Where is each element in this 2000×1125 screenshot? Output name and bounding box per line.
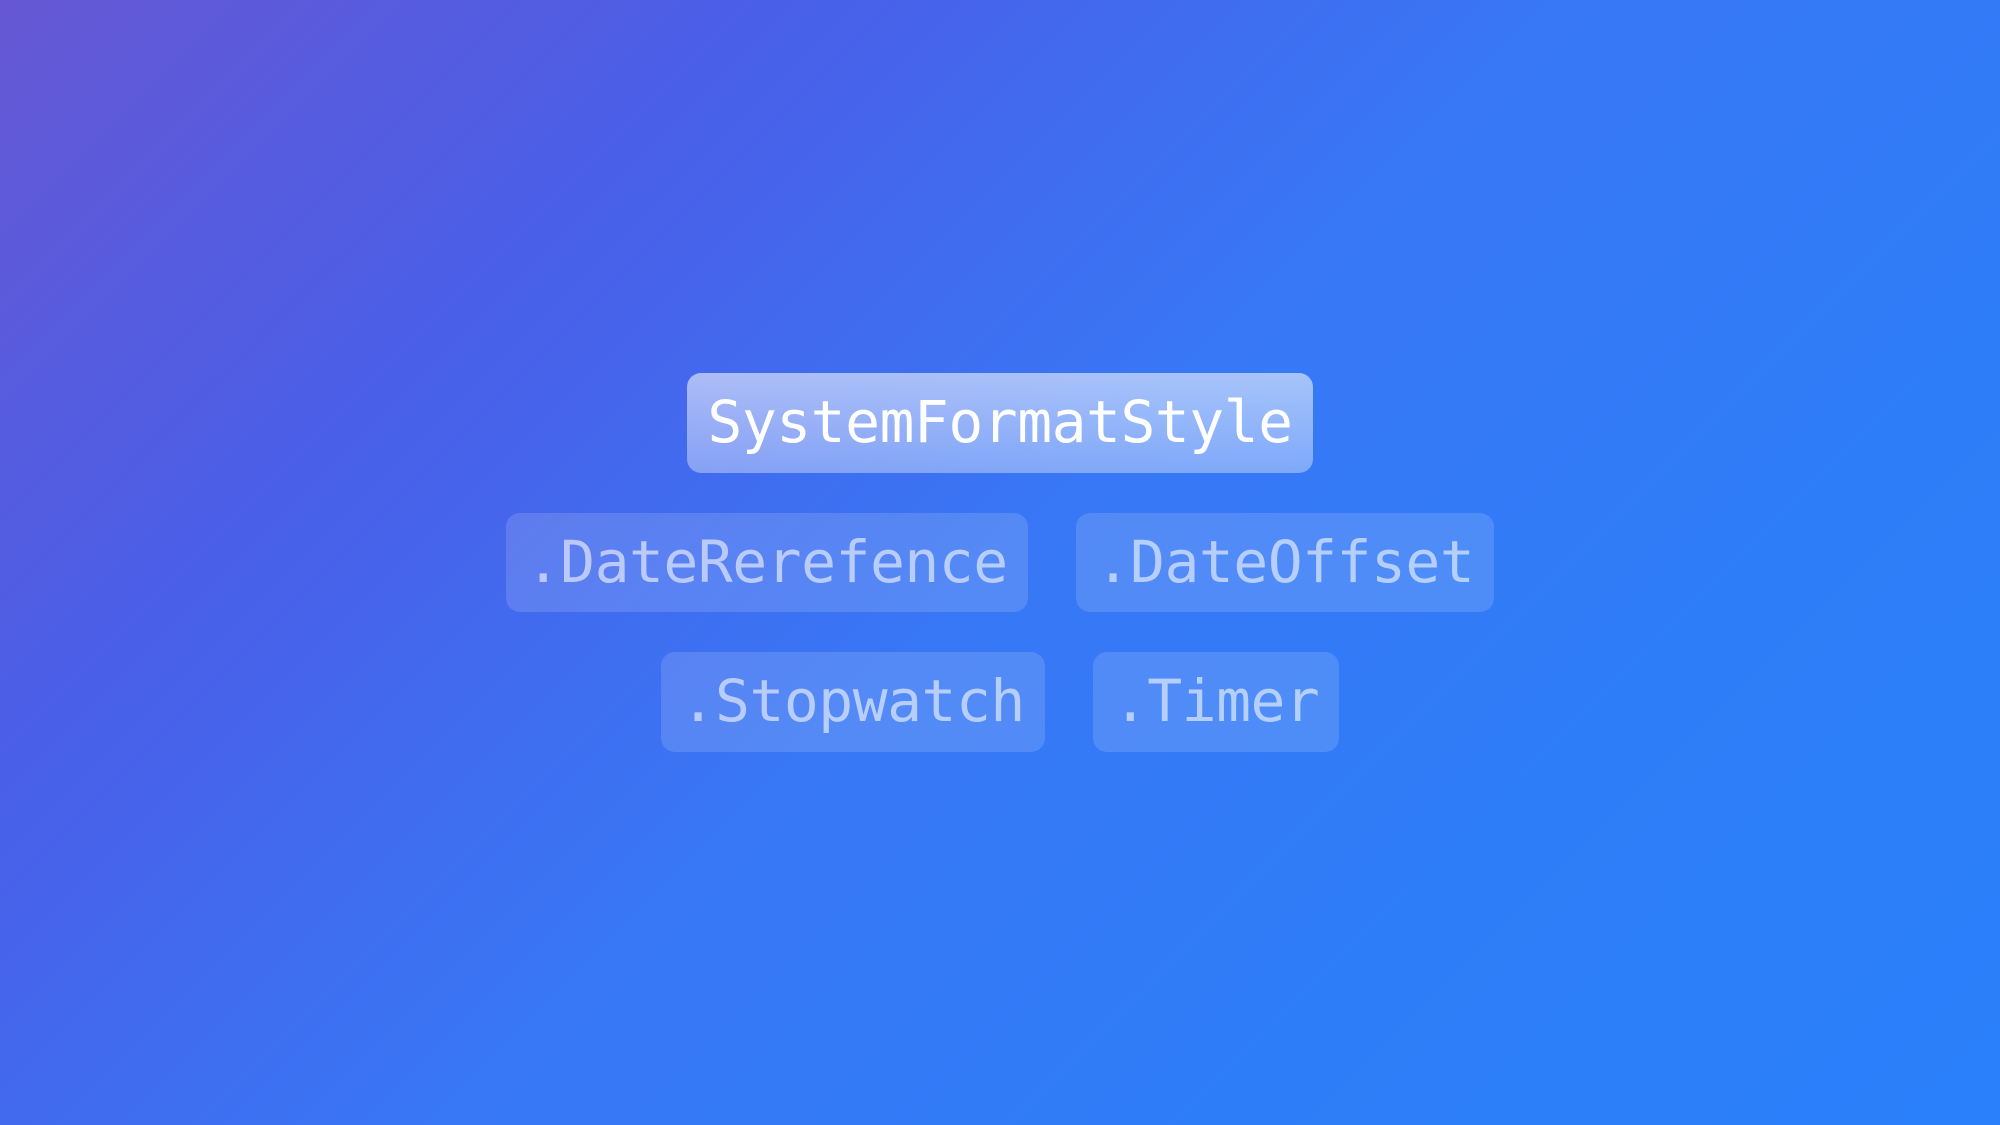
- subtypes-row-1: .DateRerefence .DateOffset: [506, 513, 1494, 612]
- subtype-label: .DateRerefence: [526, 528, 1008, 596]
- subtype-label: .DateOffset: [1096, 528, 1475, 596]
- date-offset-pill: .DateOffset: [1076, 513, 1495, 612]
- subtype-label: .Stopwatch: [681, 667, 1025, 735]
- subtype-label: .Timer: [1113, 667, 1320, 735]
- stopwatch-pill: .Stopwatch: [661, 652, 1045, 751]
- date-reference-pill: .DateRerefence: [506, 513, 1028, 612]
- timer-pill: .Timer: [1093, 652, 1340, 751]
- main-type-label: SystemFormatStyle: [707, 388, 1292, 456]
- subtypes-row-2: .Stopwatch .Timer: [661, 652, 1340, 751]
- system-format-style-pill: SystemFormatStyle: [687, 373, 1312, 472]
- diagram-container: SystemFormatStyle .DateRerefence .DateOf…: [506, 373, 1494, 751]
